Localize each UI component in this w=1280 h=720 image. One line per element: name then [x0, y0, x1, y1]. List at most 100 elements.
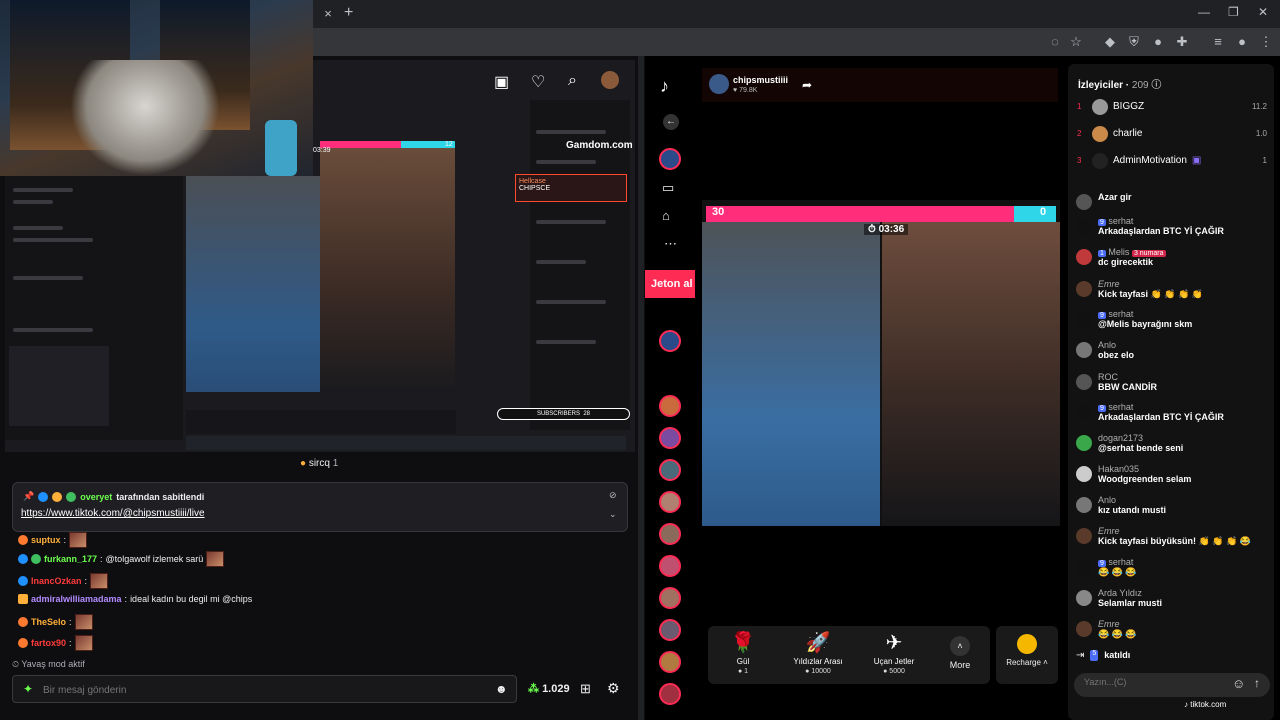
battle-left-stream — [702, 222, 880, 526]
avatar[interactable] — [601, 71, 619, 89]
eye-off-icon[interactable]: ◌ — [1047, 34, 1063, 50]
viewer-count: ● sircq 1 — [300, 458, 339, 469]
chevron-down-icon[interactable]: ⌄ — [609, 509, 617, 520]
emote — [206, 551, 225, 567]
chevron-up-icon: ˄ — [950, 636, 970, 656]
gift-item[interactable]: ✈ Uçan Jetler ● 5000 — [859, 630, 929, 675]
tiktok-logo-icon[interactable]: ♪ — [660, 76, 669, 97]
video-library-icon[interactable]: ▣ — [494, 72, 509, 92]
profile-avatar[interactable]: ● — [1234, 34, 1250, 50]
tiktok-chat-input-box[interactable]: ☺ ↑ — [1074, 673, 1270, 697]
menu-dots-icon[interactable]: ⋮ — [1258, 34, 1274, 50]
badge-icon — [52, 491, 63, 502]
live-avatar[interactable] — [659, 148, 681, 170]
media-icon[interactable]: ≡ — [1210, 34, 1226, 50]
webcam-overlay — [0, 0, 313, 176]
pane-divider[interactable] — [638, 56, 644, 720]
jet-icon: ✈ — [885, 632, 903, 654]
live-chat-message: Anlo obez elo — [1076, 340, 1272, 360]
badge-icon — [18, 617, 28, 627]
subscribers-goal: SUBSCRIBERS 28 — [497, 408, 630, 420]
star-icon[interactable]: ☆ — [1068, 34, 1084, 50]
live-avatar[interactable] — [659, 395, 681, 417]
settings-icon[interactable]: ⚙ — [607, 680, 620, 697]
chat-message: suptux: — [18, 532, 88, 548]
channel-points[interactable]: ⁂ 1.029 — [528, 682, 570, 695]
live-icon[interactable]: ⌂ — [662, 208, 670, 223]
badge-icon — [18, 535, 28, 545]
tab-close-icon[interactable]: × — [320, 6, 336, 22]
host-name[interactable]: chipsmustiiii — [733, 75, 788, 85]
live-chat-message: Anlo kız utandı musti — [1076, 495, 1272, 515]
jeton-button[interactable]: Jeton al — [645, 270, 695, 298]
new-tab-button[interactable]: + — [344, 4, 353, 22]
video-icon[interactable]: ▭ — [662, 180, 674, 196]
chat-input-box[interactable]: ✦ ☻ — [12, 675, 517, 703]
extension-icon[interactable]: ● — [1150, 34, 1166, 50]
live-avatar[interactable] — [659, 330, 681, 352]
live-avatar[interactable] — [659, 491, 681, 513]
left-score: 30 — [712, 206, 725, 218]
info-icon: ⓘ — [1151, 80, 1162, 91]
emote-picker-icon[interactable]: ☻ — [495, 682, 508, 696]
gift-item[interactable]: 🚀 Yıldızlar Arası ● 10000 — [783, 630, 853, 675]
right-score: 0 — [1040, 206, 1047, 218]
tiktok-chat-input[interactable] — [1084, 677, 1234, 687]
studio-sidebar — [5, 176, 183, 440]
rose-icon: 🌹 — [730, 632, 756, 654]
top-viewer[interactable]: 1 BIGGZ 11.2 — [1077, 97, 1267, 115]
share-icon[interactable]: ➦ — [802, 78, 812, 92]
top-viewer[interactable]: 3 AdminMotivation ▣ 1 — [1077, 151, 1267, 169]
shield-icon[interactable]: ⛨ — [1126, 34, 1142, 50]
recharge-button[interactable]: Recharge ˄ — [996, 626, 1058, 684]
hide-icon[interactable]: ⊘ — [609, 490, 617, 501]
badge-icon — [18, 554, 28, 564]
gift-item[interactable]: 🌹 Gül ● 1 — [708, 630, 778, 675]
live-chat-message: 9 serhat Arkadaşlardan BTC Yİ ÇAĞIR — [1076, 216, 1272, 236]
host-avatar[interactable] — [709, 74, 729, 94]
send-icon[interactable]: ↑ — [1254, 676, 1260, 690]
live-chat-message: dogan2173 @serhat bende seni — [1076, 433, 1272, 453]
live-avatar[interactable] — [659, 427, 681, 449]
live-chat-message: Emre Kick tayfasi büyüksün! 👏 👏 👏 😂 — [1076, 526, 1272, 547]
puzzle-icon[interactable]: ✚ — [1174, 34, 1190, 50]
live-avatar[interactable] — [659, 651, 681, 673]
badge-icon — [18, 594, 28, 604]
chat-input[interactable] — [43, 682, 483, 698]
emote — [90, 573, 109, 589]
sparkle-icon[interactable]: ✦ — [23, 682, 33, 696]
more-icon[interactable]: ⋯ — [664, 236, 677, 252]
hellcase-banner: Hellcase CHIPSCE — [515, 174, 627, 202]
pinned-by: 📌 overyet tarafından sabitlendi — [23, 491, 205, 502]
pinned-message[interactable]: 📌 overyet tarafından sabitlendi https://… — [12, 482, 628, 532]
pinned-link[interactable]: https://www.tiktok.com/@chipsmustiiii/li… — [21, 508, 205, 519]
live-chat-message: Arda Yıldız Selamlar musti — [1076, 588, 1272, 608]
badge-icon — [31, 554, 41, 564]
live-avatar[interactable] — [659, 587, 681, 609]
emote — [74, 614, 93, 630]
back-arrow-icon[interactable]: ← — [663, 114, 679, 130]
live-chat-message: 9 serhat Arkadaşlardan BTC Yİ ÇAĞIR — [1076, 402, 1272, 422]
rocket-icon: 🚀 — [805, 632, 831, 654]
more-gifts-button[interactable]: ˄ More — [942, 636, 978, 670]
live-avatar[interactable] — [659, 619, 681, 641]
minimize-icon[interactable]: — — [1198, 5, 1210, 19]
host-header — [702, 68, 1058, 102]
live-avatar[interactable] — [659, 683, 681, 705]
top-viewer[interactable]: 2 charlie 1.0 — [1077, 124, 1267, 142]
live-chat-message: Azar gir — [1076, 192, 1272, 210]
coin-icon — [1017, 634, 1037, 654]
heart-icon[interactable]: ♡ — [531, 72, 545, 92]
live-avatar[interactable] — [659, 459, 681, 481]
live-avatar[interactable] — [659, 523, 681, 545]
gift-icon[interactable]: ⊞ — [580, 681, 591, 697]
live-avatar[interactable] — [659, 555, 681, 577]
join-notice: ⇥ 5 katıldı — [1076, 650, 1131, 661]
emoji-icon[interactable]: ☺ — [1232, 676, 1245, 691]
extension-icon[interactable]: ◆ — [1102, 34, 1118, 50]
search-icon[interactable]: ⌕ — [568, 72, 577, 90]
maximize-icon[interactable]: ❐ — [1228, 5, 1239, 19]
close-window-icon[interactable]: ✕ — [1258, 5, 1268, 19]
chat-message: InancOzkan: — [18, 573, 109, 589]
battle-score-bar — [320, 141, 455, 148]
